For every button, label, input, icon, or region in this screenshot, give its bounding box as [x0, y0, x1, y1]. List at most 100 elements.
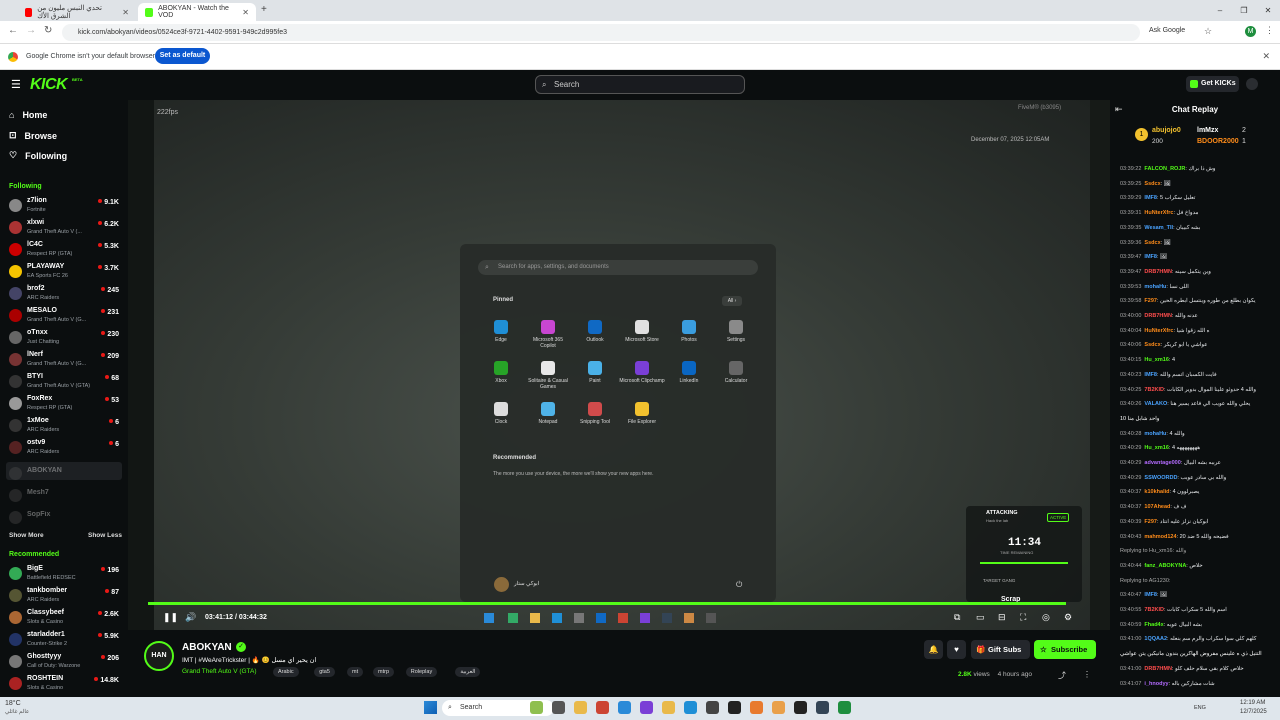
- offline-channel[interactable]: Mesh7: [9, 487, 121, 508]
- minimize-button[interactable]: –: [1208, 0, 1232, 21]
- sidebar-channel-item[interactable]: tankbomber ARC Raiders 87: [9, 587, 121, 608]
- steam-icon[interactable]: [816, 701, 829, 714]
- nav-browse[interactable]: ⊡ Browse: [9, 130, 57, 141]
- sidebar-channel-item[interactable]: lC4C Respect RP (GTA) 5.3K: [9, 241, 121, 262]
- ask-google-button[interactable]: Ask Google: [1149, 27, 1185, 34]
- chat-username[interactable]: Ssdcx: [1144, 342, 1160, 348]
- weather-temp[interactable]: 18°C: [5, 700, 21, 707]
- gift-subs-button[interactable]: 🎁 Gift Subs: [971, 640, 1030, 659]
- app-icon[interactable]: [706, 701, 719, 714]
- chat-username[interactable]: IMF8: [1144, 372, 1157, 378]
- close-window-button[interactable]: ✕: [1256, 0, 1280, 21]
- offline-channel[interactable]: ABOKYAN: [9, 465, 121, 486]
- chat-username[interactable]: mohaHu: [1144, 431, 1166, 437]
- chat-username[interactable]: DRB7HMN: [1144, 269, 1172, 275]
- chat-username[interactable]: FALCON_ROJR: [1144, 166, 1185, 172]
- stream-tag[interactable]: العربية: [455, 667, 481, 677]
- channel-name[interactable]: ABOKYAN: [182, 642, 232, 653]
- browser-tab-active[interactable]: ABOKYAN - Watch the VOD ✕: [138, 3, 256, 21]
- sidebar-channel-item[interactable]: xlxwi Grand Theft Auto V (... 6.2K: [9, 219, 121, 240]
- user-avatar[interactable]: [1246, 78, 1258, 90]
- sidebar-channel-item[interactable]: PLAYAWAY EA Sports FC 26 3.7K: [9, 263, 121, 284]
- close-tab-icon[interactable]: ✕: [242, 8, 249, 17]
- sidebar-channel-item[interactable]: oTnxx Just Chatting 230: [9, 329, 121, 350]
- search-input[interactable]: ⌕ Search: [535, 75, 745, 94]
- back-icon[interactable]: ←: [8, 25, 18, 36]
- volume-icon[interactable]: 🔊: [185, 612, 196, 623]
- task-view-icon[interactable]: [552, 701, 565, 714]
- more-options-icon[interactable]: ⋮: [1083, 670, 1091, 679]
- chrome-icon[interactable]: [596, 701, 609, 714]
- sidebar-channel-item[interactable]: lNerf Grand Theft Auto V (G... 209: [9, 351, 121, 372]
- nav-following[interactable]: ♡ Following: [9, 150, 67, 161]
- infobar-close-icon[interactable]: ✕: [1262, 51, 1270, 62]
- app-icon[interactable]: [794, 701, 807, 714]
- forward-icon[interactable]: →: [26, 25, 36, 36]
- chat-username[interactable]: k10khalid: [1144, 489, 1169, 495]
- terminal-icon[interactable]: [728, 701, 741, 714]
- file-explorer-icon[interactable]: [574, 701, 587, 714]
- discord-icon[interactable]: [640, 701, 653, 714]
- reload-icon[interactable]: ↻: [44, 25, 52, 36]
- browser-icon[interactable]: [684, 701, 697, 714]
- url-field[interactable]: kick.com/abokyan/videos/0524ce3f-9721-44…: [62, 24, 1140, 41]
- sidebar-channel-item[interactable]: brof2 ARC Raiders 245: [9, 285, 121, 306]
- sidebar-channel-item[interactable]: Classybeef Slots & Casino 2.6K: [9, 609, 121, 630]
- app-icon[interactable]: [772, 701, 785, 714]
- folder-icon[interactable]: [662, 701, 675, 714]
- chat-username[interactable]: Ssdcx: [1144, 240, 1160, 246]
- sidebar-channel-item[interactable]: Ghosttyyy Call of Duty: Warzone 206: [9, 653, 121, 674]
- clock-date[interactable]: 12/7/2025: [1240, 709, 1267, 715]
- chat-username[interactable]: 107Ahead: [1144, 504, 1170, 510]
- bookmark-star-icon[interactable]: ☆: [1204, 26, 1212, 37]
- chat-username[interactable]: fanz_ABOKYNA: [1144, 563, 1186, 569]
- theater-icon[interactable]: ▭: [976, 612, 985, 623]
- speed-icon[interactable]: ◎: [1042, 612, 1050, 623]
- chat-username[interactable]: Hu_xm16: [1144, 357, 1168, 363]
- chat-username[interactable]: HuNterXfrc: [1144, 210, 1173, 216]
- brave-icon[interactable]: [750, 701, 763, 714]
- chat-username[interactable]: HuNterXfrc: [1144, 328, 1173, 334]
- widget-icon[interactable]: [530, 701, 543, 714]
- profile-avatar[interactable]: M: [1245, 26, 1256, 37]
- kick-logo[interactable]: KICK: [30, 76, 68, 94]
- edge-icon[interactable]: [618, 701, 631, 714]
- chat-username[interactable]: Ssdcx: [1144, 181, 1160, 187]
- close-tab-icon[interactable]: ✕: [122, 8, 129, 17]
- set-as-default-button[interactable]: Set as default: [155, 48, 210, 64]
- chat-username[interactable]: F297: [1144, 519, 1157, 525]
- chat-username[interactable]: VALAKO: [1144, 401, 1167, 407]
- chat-username[interactable]: F297: [1144, 298, 1157, 304]
- restore-button[interactable]: ❐: [1232, 0, 1256, 21]
- stream-tag[interactable]: mt: [347, 667, 364, 677]
- show-less-button[interactable]: Show Less: [88, 532, 122, 539]
- chat-username[interactable]: i_hnodyy: [1144, 681, 1168, 687]
- sidebar-channel-item[interactable]: starladder1 Counter-Strike 2 5.9K: [9, 631, 121, 652]
- hamburger-menu-icon[interactable]: ☰: [11, 78, 21, 91]
- show-more-button[interactable]: Show More: [9, 532, 44, 539]
- sidebar-channel-item[interactable]: FoxRex Respect RP (GTA) 53: [9, 395, 121, 416]
- follow-heart-button[interactable]: ♥: [947, 640, 966, 659]
- input-language[interactable]: ENG: [1194, 705, 1206, 711]
- video-progress-bar[interactable]: [148, 602, 1067, 605]
- windows-start-icon[interactable]: [424, 701, 437, 714]
- app-icon[interactable]: [838, 701, 851, 714]
- sidebar-channel-item[interactable]: ostv9 ARC Raiders 6: [9, 439, 121, 460]
- chat-username[interactable]: Fhad4x: [1144, 622, 1163, 628]
- browser-menu-icon[interactable]: ⋮: [1265, 25, 1274, 36]
- chat-username[interactable]: IMF8: [1144, 195, 1157, 201]
- chat-username[interactable]: Wesam_TII: [1144, 225, 1173, 231]
- sidebar-channel-item[interactable]: BigE Battlefield REDSEC 196: [9, 565, 121, 586]
- settings-gear-icon[interactable]: ⚙: [1064, 612, 1072, 623]
- pause-icon[interactable]: ❚❚: [163, 612, 178, 623]
- browser-tab[interactable]: تحدي النبس مليون من الشرق الأك ✕: [18, 3, 136, 21]
- chat-username[interactable]: IMF8: [1144, 254, 1157, 260]
- chat-username[interactable]: 7B2KID: [1144, 607, 1164, 613]
- offline-channel[interactable]: SopFix: [9, 509, 121, 530]
- chat-username[interactable]: mohaHu: [1144, 284, 1166, 290]
- sidebar-channel-item[interactable]: 1xMoe ARC Raiders 6: [9, 417, 121, 438]
- stream-tag[interactable]: gta5: [314, 667, 335, 677]
- subscribe-button[interactable]: ☆ Subscribe: [1034, 640, 1096, 659]
- chat-username[interactable]: DRB7HMN: [1144, 313, 1172, 319]
- share-icon[interactable]: ⤴: [1058, 670, 1066, 681]
